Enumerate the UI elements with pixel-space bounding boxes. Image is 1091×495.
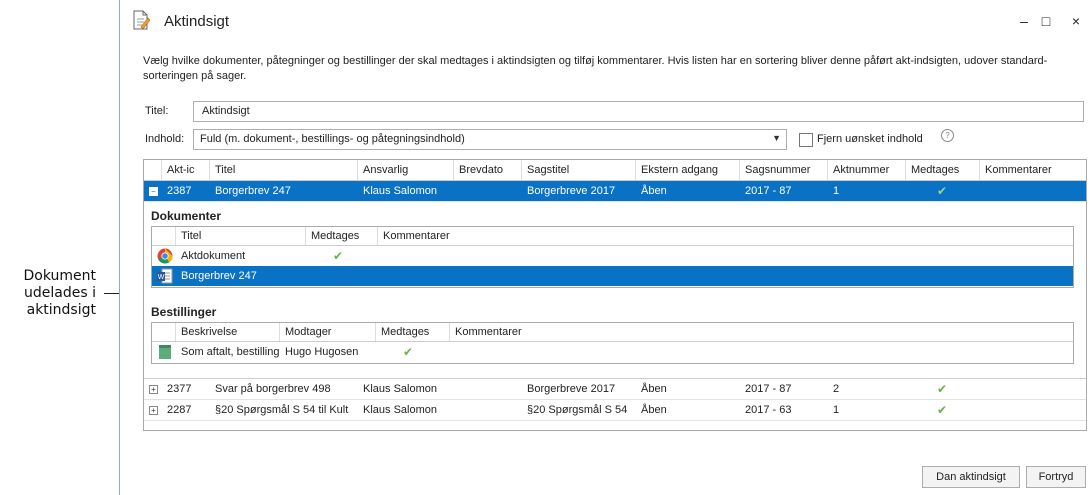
cell-ekstern-adgang: Åben (641, 185, 667, 197)
cancel-button[interactable]: Fortryd (1026, 466, 1086, 488)
bestillinger-table: Beskrivelse Modtager Medtages Kommentare… (151, 322, 1074, 364)
callout-line-3: aktindsigt (26, 302, 96, 318)
col-titel[interactable]: Titel (210, 160, 358, 180)
table-row[interactable]: − 2387 Borgerbrev 247 Klaus Salomon Borg… (144, 181, 1086, 202)
cell-sagsnummer: 2017 - 87 (745, 185, 792, 197)
dok-col-kommentarer[interactable]: Kommentarer (378, 227, 1073, 245)
title-bar: Aktindsigt – □ × (120, 0, 1091, 42)
best-col-modtager[interactable]: Modtager (280, 323, 376, 341)
chrome-icon (157, 248, 173, 264)
cell-aktnummer: 1 (833, 404, 840, 416)
best-col-beskrivelse[interactable]: Beskrivelse (176, 323, 280, 341)
cell-ansvarlig: Klaus Salomon (363, 404, 437, 416)
col-medtages[interactable]: Medtages (906, 160, 980, 180)
aktindsigt-dialog: Aktindsigt – □ × Vælg hvilke dokumenter,… (119, 0, 1091, 495)
cell-titel: Borgerbrev 247 (215, 185, 291, 197)
dokumenter-header: Titel Medtages Kommentarer (152, 227, 1073, 246)
grid-header: Akt-ic Titel Ansvarlig Brevdato Sagstite… (144, 160, 1086, 181)
document-edit-icon (133, 10, 150, 30)
cell-ekstern-adgang: Åben (641, 383, 667, 395)
dok-cell-titel: Aktdokument (181, 250, 246, 262)
word-document-icon: W (157, 268, 173, 284)
titel-input[interactable]: Aktindsigt (193, 101, 1084, 122)
cell-ekstern-adgang: Åben (641, 404, 667, 416)
dok-cell-titel: Borgerbrev 247 (181, 270, 257, 282)
cell-ansvarlig: Klaus Salomon (363, 185, 437, 197)
checkmark-icon[interactable]: ✔ (333, 246, 343, 266)
col-ansvarlig[interactable]: Ansvarlig (358, 160, 454, 180)
bestillinger-header: Beskrivelse Modtager Medtages Kommentare… (152, 323, 1073, 342)
best-cell-modtager: Hugo Hugosen (285, 346, 359, 358)
dokumenter-table: Titel Medtages Kommentarer Aktdokument ✔ (151, 226, 1074, 288)
cell-titel: Svar på borgerbrev 498 (215, 383, 331, 395)
table-row[interactable]: + 2287 §20 Spørgsmål S 54 til Kult Klaus… (144, 400, 1086, 421)
akt-grid: Akt-ic Titel Ansvarlig Brevdato Sagstite… (143, 159, 1087, 431)
dok-col-titel[interactable]: Titel (176, 227, 306, 245)
cell-sagstitel: Borgerbreve 2017 (527, 185, 616, 197)
dropdown-arrow-icon: ▼ (772, 133, 781, 143)
indhold-dropdown[interactable]: Fuld (m. dokument-, bestillings- og påte… (193, 129, 787, 150)
remove-content-checkbox[interactable] (799, 133, 813, 147)
order-icon (159, 345, 171, 359)
row-detail-panel: Dokumenter Titel Medtages Kommentarer Ak… (144, 201, 1086, 379)
svg-text:W: W (158, 274, 165, 281)
col-aktnummer[interactable]: Aktnummer (828, 160, 906, 180)
cell-sagsnummer: 2017 - 63 (745, 404, 792, 416)
bestillinger-heading: Bestillinger (151, 305, 217, 319)
expand-icon[interactable]: + (149, 406, 158, 415)
list-item[interactable]: Som aftalt, bestilling pa Hugo Hugosen ✔ (152, 342, 1073, 362)
list-item[interactable]: Aktdokument ✔ (152, 246, 1073, 266)
cell-sagsnummer: 2017 - 87 (745, 383, 792, 395)
remove-content-label: Fjern uønsket indhold (817, 133, 923, 145)
titel-input-value: Aktindsigt (202, 105, 250, 117)
close-button[interactable]: × (1065, 10, 1087, 32)
col-sagsnummer[interactable]: Sagsnummer (740, 160, 828, 180)
expand-icon[interactable]: + (149, 385, 158, 394)
cell-sagstitel: §20 Spørgsmål S 54 (527, 404, 628, 416)
dokumenter-heading: Dokumenter (151, 209, 222, 223)
create-aktindsigt-button[interactable]: Dan aktindsigt (922, 466, 1020, 488)
minimize-button[interactable]: – (1013, 10, 1035, 32)
best-cell-beskrivelse: Som aftalt, bestilling pa (181, 346, 279, 358)
cell-ansvarlig: Klaus Salomon (363, 383, 437, 395)
indhold-label: Indhold: (145, 133, 185, 145)
titel-label: Titel: (145, 105, 169, 117)
indhold-selected-value: Fuld (m. dokument-, bestillings- og påte… (200, 133, 465, 145)
checkmark-icon[interactable]: ✔ (937, 181, 947, 201)
cell-aktnummer: 1 (833, 185, 840, 197)
cell-titel: §20 Spørgsmål S 54 til Kult (215, 404, 349, 416)
cell-akt-id: 2377 (167, 383, 192, 395)
maximize-button[interactable]: □ (1035, 10, 1057, 32)
best-col-medtages[interactable]: Medtages (376, 323, 450, 341)
best-col-kommentarer[interactable]: Kommentarer (450, 323, 1073, 341)
col-brevdato[interactable]: Brevdato (454, 160, 522, 180)
callout-line-2: udelades i (24, 285, 96, 301)
icon-column-header (152, 227, 176, 245)
cell-sagstitel: Borgerbreve 2017 (527, 383, 616, 395)
table-row[interactable]: + 2377 Svar på borgerbrev 498 Klaus Salo… (144, 379, 1086, 400)
help-icon[interactable]: ? (941, 129, 954, 142)
cell-aktnummer: 2 (833, 383, 840, 395)
callout-line-1: Dokument (23, 268, 96, 284)
col-sagstitel[interactable]: Sagstitel (522, 160, 636, 180)
expand-column-header (144, 160, 162, 180)
callout-annotation: Dokument udelades i aktindsigt (0, 268, 96, 319)
icon-column-header (152, 323, 176, 341)
window-title: Aktindsigt (164, 13, 230, 30)
dok-col-medtages[interactable]: Medtages (306, 227, 378, 245)
checkmark-icon[interactable]: ✔ (937, 400, 947, 420)
instructions-text: Vælg hvilke dokumenter, påtegninger og b… (143, 55, 1048, 82)
collapse-icon[interactable]: − (149, 187, 158, 196)
col-ekstern-adgang[interactable]: Ekstern adgang (636, 160, 740, 180)
checkmark-icon[interactable]: ✔ (937, 379, 947, 399)
list-item[interactable]: W Borgerbrev 247 (152, 266, 1073, 286)
col-kommentarer[interactable]: Kommentarer (980, 160, 1086, 180)
cell-akt-id: 2387 (167, 185, 192, 197)
cell-akt-id: 2287 (167, 404, 192, 416)
col-akt-id[interactable]: Akt-ic (162, 160, 210, 180)
checkmark-icon[interactable]: ✔ (403, 342, 413, 362)
